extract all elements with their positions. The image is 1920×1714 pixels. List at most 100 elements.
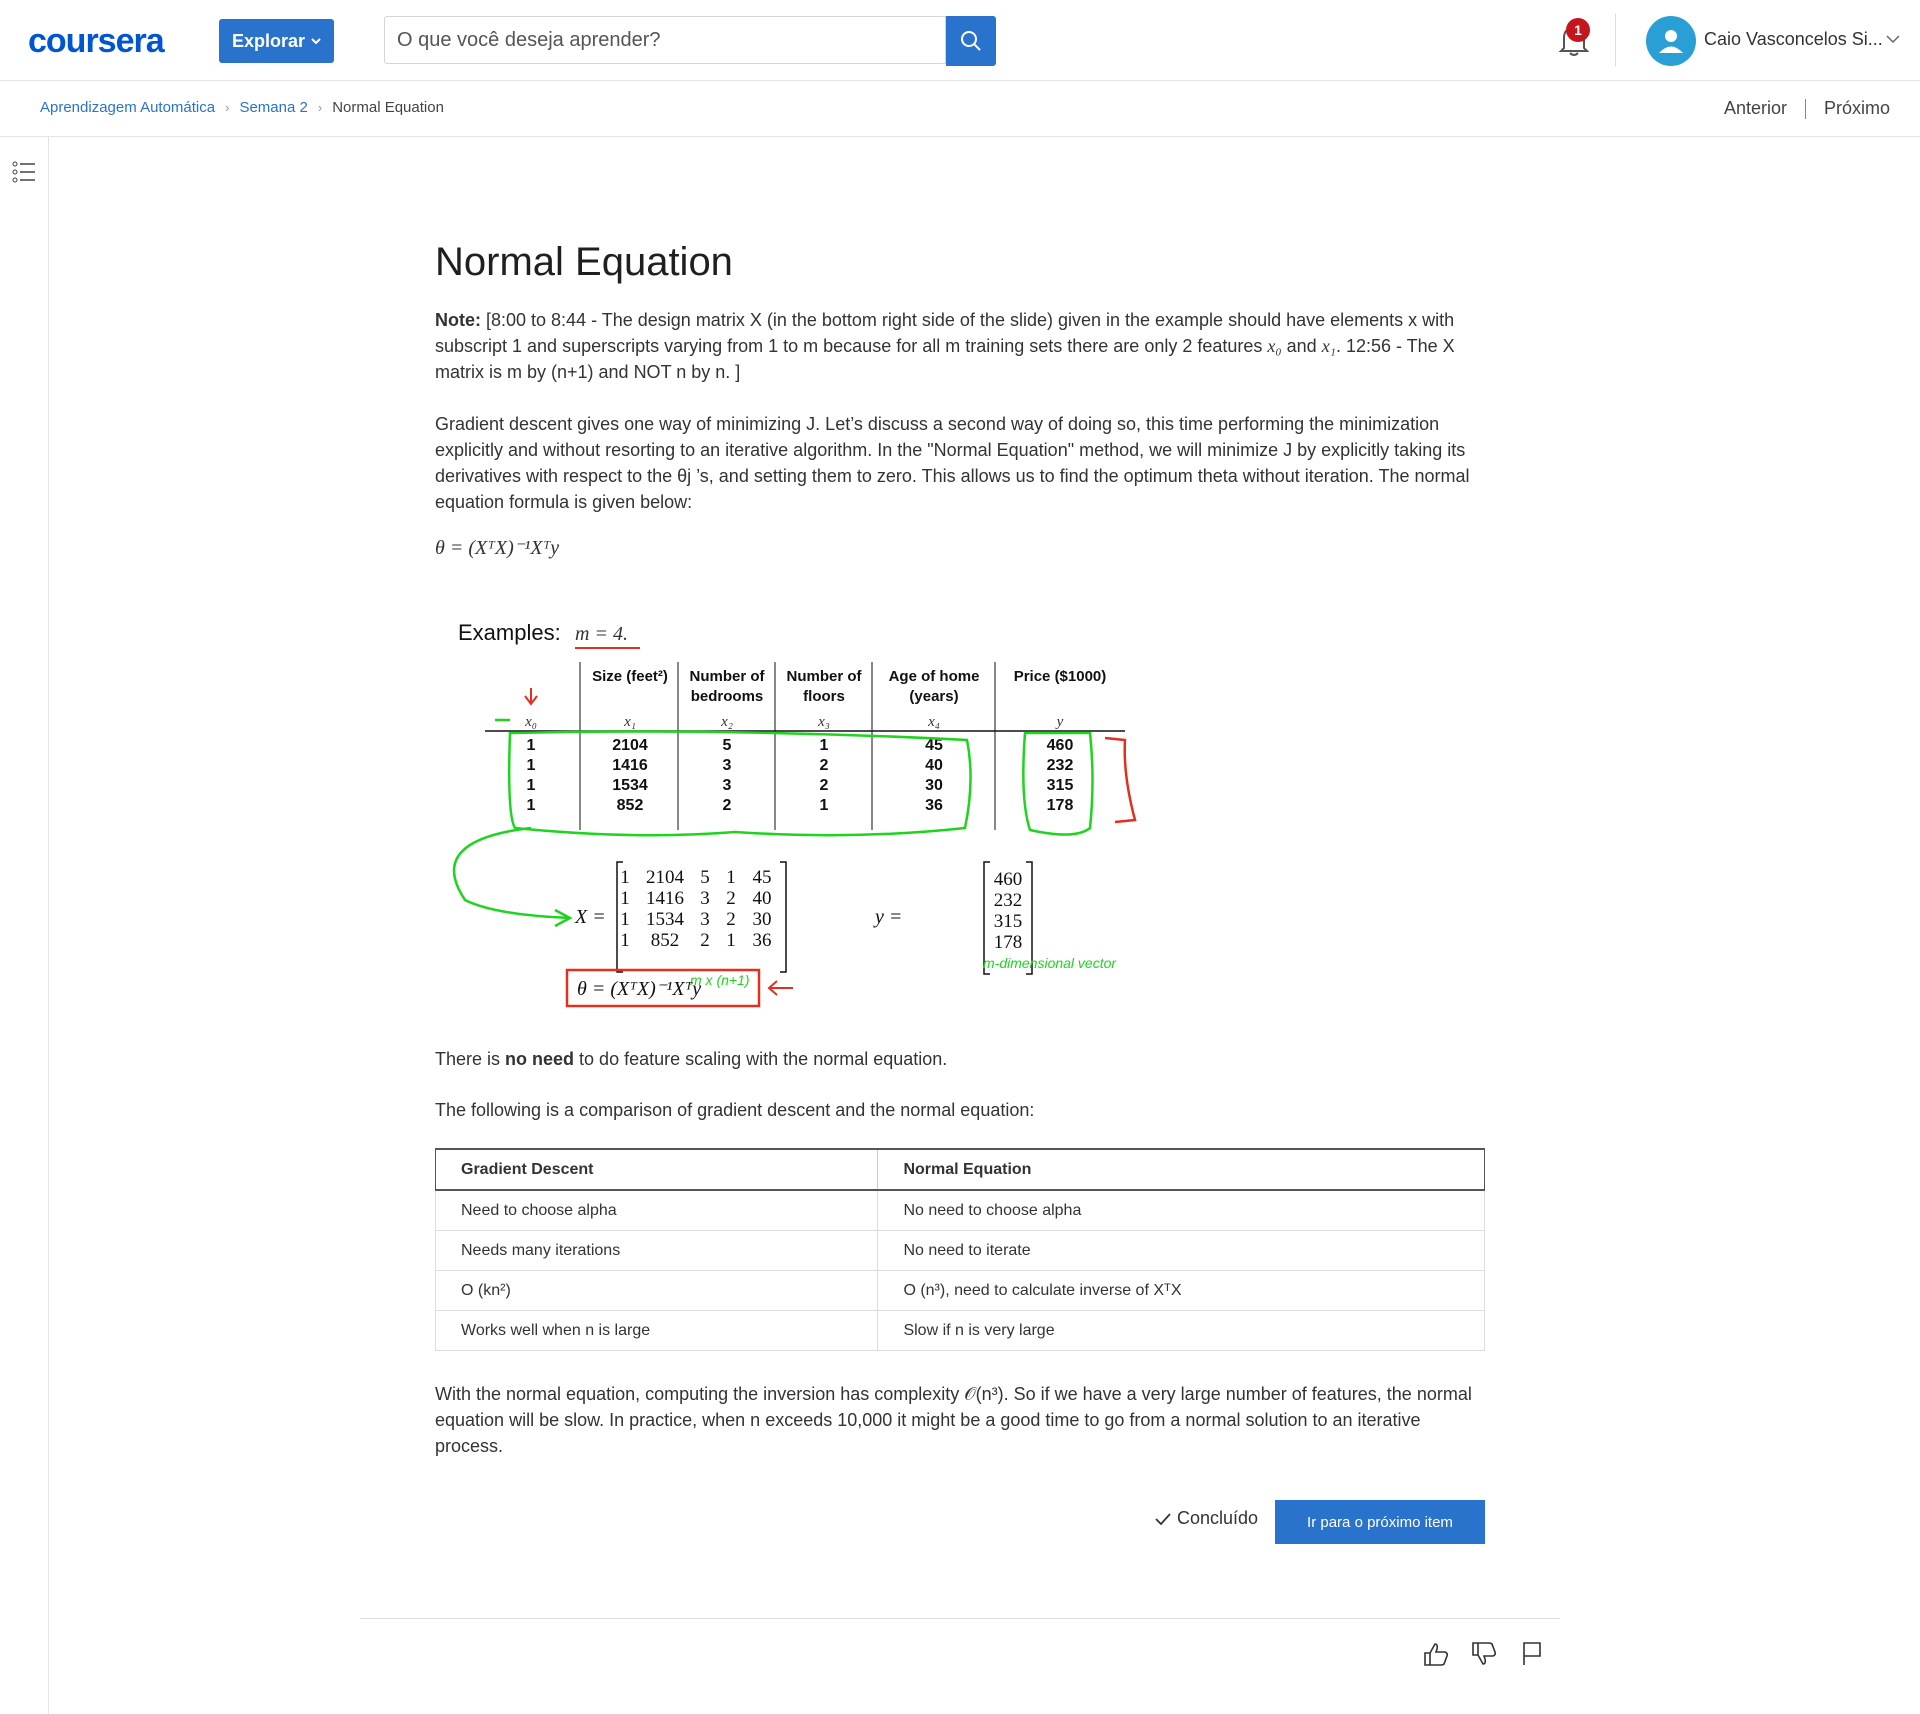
matrix-cell: 1 [620, 930, 630, 951]
table-cell: Works well when n is large [434, 1310, 879, 1351]
done-label: Concluído [1177, 1508, 1259, 1528]
red-arrow [767, 980, 793, 996]
coursera-logo[interactable]: coursera [28, 22, 165, 61]
table-cell: No need to iterate [877, 1230, 1485, 1271]
slide-table-cell: 232 [1047, 757, 1074, 774]
breadcrumb-week[interactable]: Semana 2 [239, 99, 307, 116]
examples-label: Examples: [458, 620, 561, 645]
user-icon [1659, 30, 1683, 53]
matrix-cell: 2104 [646, 867, 685, 888]
matrix-cell: 1 [620, 888, 630, 909]
var-label: y [1055, 714, 1064, 730]
slide-header: Size (feet²) [592, 668, 668, 685]
slide-header: floors [803, 688, 845, 705]
matrix-cell: 2 [700, 930, 710, 951]
slide-table-rows: 1 2104 5 1 45 4601 1416 3 2 40 2321 1534 3 2 30 3151 852… [527, 737, 1074, 814]
intro-paragraph: Gradient descent gives one way of minimi… [435, 414, 1470, 512]
slide-table-cell: 2 [820, 757, 829, 774]
slide-table-cell: 460 [1047, 737, 1074, 754]
matrix-cell: 36 [753, 930, 772, 951]
slide-table-cell: 178 [1047, 797, 1074, 814]
table-header-row: Gradient Descent Normal Equation [434, 1148, 1485, 1191]
note-label: Note: [435, 310, 481, 330]
article: Normal Equation Note: [8:00 to 8:44 - Th… [435, 240, 1485, 561]
flag-icon[interactable] [1518, 1640, 1546, 1668]
vector-cell: 315 [994, 911, 1023, 932]
list-menu-icon[interactable] [12, 161, 36, 183]
slide-table-cell: 1 [527, 797, 536, 814]
matrix-cell: 2 [726, 888, 736, 909]
slide-table-cell: 3 [723, 757, 732, 774]
matrix-cell: 1534 [646, 909, 685, 930]
table-row: Needs many iterations No need to iterate [434, 1230, 1485, 1271]
vector-cell: 178 [994, 932, 1023, 953]
slide-table-cell: 3 [723, 777, 732, 794]
closing-paragraph: With the normal equation, computing the … [435, 1384, 1472, 1456]
thumbs-down-icon[interactable] [1470, 1640, 1498, 1668]
var-label: x₁ [623, 714, 636, 730]
previous-link[interactable]: Anterior [1724, 98, 1787, 119]
slide-table-cell: 40 [925, 757, 943, 774]
table-header: Normal Equation [877, 1148, 1485, 1191]
article-continued: There is no need to do feature scaling w… [434, 1046, 1485, 1459]
matrix-cell: 45 [753, 867, 772, 888]
notification-badge: 1 [1566, 18, 1590, 42]
slide-header: (years) [909, 688, 958, 705]
scaling-text-end: to do feature scaling with the normal eq… [574, 1049, 948, 1069]
avatar[interactable] [1646, 16, 1696, 66]
matrix-cell: 1416 [646, 888, 684, 909]
matrix-cell: 30 [753, 909, 772, 930]
table-cell: Need to choose alpha [434, 1189, 879, 1231]
user-name[interactable]: Caio Vasconcelos Si... [1704, 29, 1883, 50]
var-label: x₄ [927, 714, 940, 730]
y-vector-label: y = [873, 906, 902, 928]
slide-table-cell: 1 [820, 797, 829, 814]
table-cell: O (n³), need to calculate inverse of XᵀX [877, 1270, 1485, 1311]
explore-button[interactable]: Explorar [219, 19, 334, 63]
top-navbar: coursera Explorar O que você deseja apre… [0, 0, 1920, 81]
m-dimensional-annotation: m-dimensional vector [983, 955, 1117, 971]
table-row: Need to choose alpha No need to choose a… [434, 1189, 1485, 1231]
matrix-cell: 3 [700, 909, 710, 930]
divider [1615, 14, 1616, 66]
var-label: x₃ [817, 714, 830, 730]
breadcrumb-current: Normal Equation [332, 99, 444, 116]
var-label: x₂ [720, 714, 733, 730]
slide-header: Age of home [889, 668, 980, 685]
matrix-bracket [780, 861, 787, 973]
matrix-cell: 1 [620, 909, 630, 930]
scaling-bold: no need [505, 1049, 575, 1069]
slide-table-cell: 30 [925, 777, 943, 794]
explore-label: Explorar [231, 30, 306, 51]
breadcrumb-course[interactable]: Aprendizagem Automática [40, 99, 215, 116]
red-arrow [524, 688, 538, 706]
chevron-right-icon: › [317, 100, 323, 115]
matrix-cell: 852 [651, 930, 680, 951]
thumbs-up-icon[interactable] [1422, 1640, 1450, 1668]
x-matrix: 1 2104 5 1 451 1416 3 2 401 1534 3 2 301 852 2 1 36 [620, 867, 771, 951]
matrix-cell: 1 [726, 867, 736, 888]
var-label: x₀ [524, 714, 537, 730]
next-item-button[interactable]: Ir para o próximo item [1275, 1500, 1485, 1544]
slide-header: Number of [787, 668, 863, 685]
chevron-down-icon[interactable] [1886, 34, 1900, 44]
matrix-cell: 40 [753, 888, 772, 909]
slide-table-cell: 2 [820, 777, 829, 794]
x-matrix-label: X = [574, 906, 606, 928]
slide-table-cell: 2 [723, 797, 732, 814]
search-button[interactable] [946, 16, 996, 66]
sidebar [0, 137, 49, 1714]
note-x0: x₀ [1267, 336, 1282, 356]
checkmark-icon [1155, 1512, 1171, 1525]
matrix-cell: 3 [700, 888, 710, 909]
search-input[interactable]: O que você deseja aprender? [384, 16, 946, 64]
matrix-cell: 5 [700, 867, 710, 888]
page-title: Normal Equation [435, 240, 733, 284]
divider [1804, 98, 1806, 119]
slide-table: Size (feet²) Number of bedrooms Number o… [592, 668, 1106, 705]
next-link[interactable]: Próximo [1824, 98, 1890, 119]
scaling-paragraph: There is no need to do feature scaling w… [435, 1046, 1485, 1072]
note-x1: x₁ [1321, 336, 1336, 356]
normal-equation-formula: θ = (XᵀX)⁻¹Xᵀy [435, 537, 560, 559]
slide-table-cell: 1 [820, 737, 829, 754]
